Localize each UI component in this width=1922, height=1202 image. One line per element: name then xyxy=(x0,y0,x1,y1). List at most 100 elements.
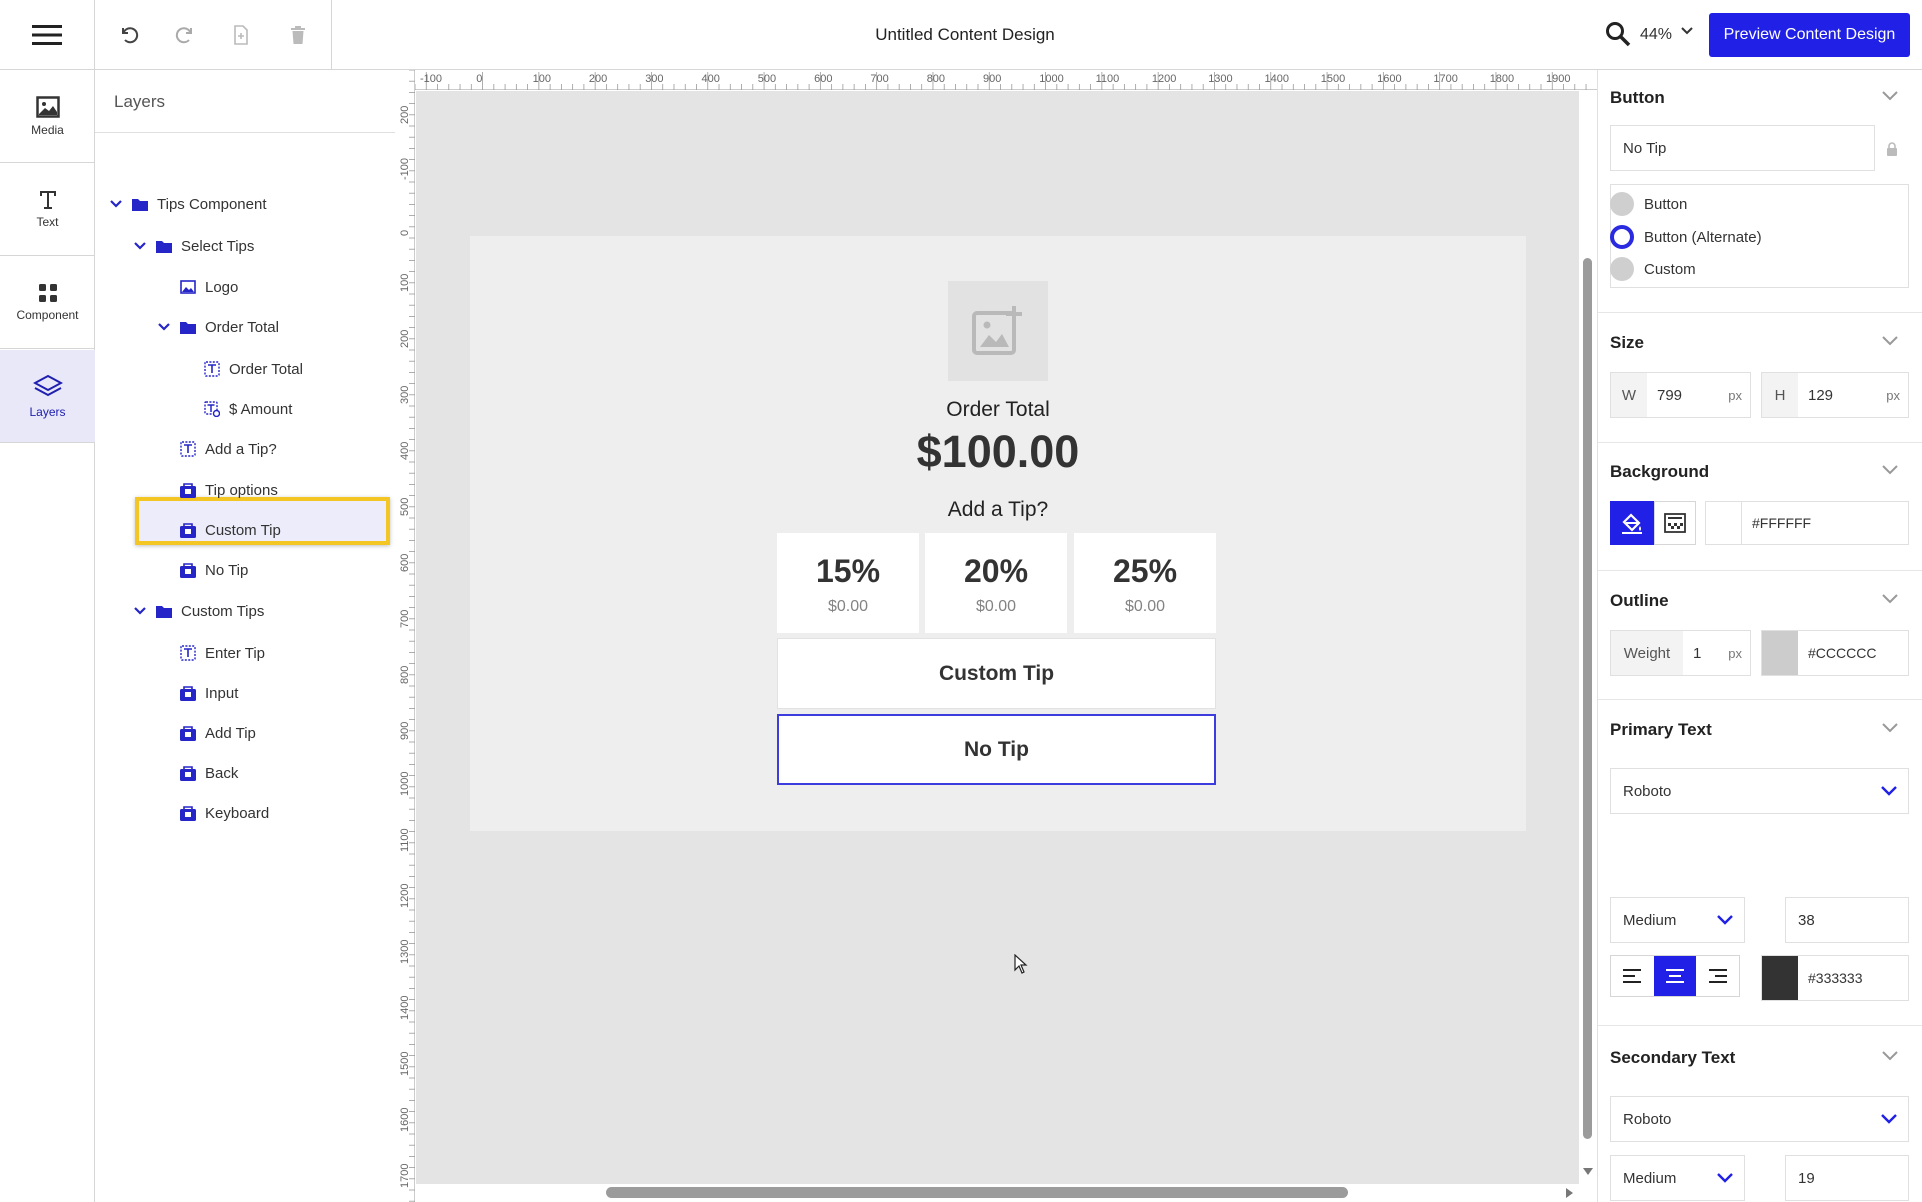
align-center-icon[interactable] xyxy=(1653,956,1697,996)
layer-item[interactable]: Enter Tip xyxy=(95,633,395,673)
duplicate-icon[interactable] xyxy=(226,20,256,50)
delete-icon[interactable] xyxy=(283,20,313,50)
rail-item-text[interactable]: Text xyxy=(0,163,95,256)
layers-icon xyxy=(32,374,63,396)
primary-font-value: Roboto xyxy=(1623,782,1672,800)
layer-item[interactable]: No Tip xyxy=(95,550,395,590)
outline-color-field[interactable]: #CCCCCC xyxy=(1761,630,1909,676)
lock-icon[interactable] xyxy=(1886,142,1898,156)
folder-icon xyxy=(155,602,173,620)
menu-icon[interactable] xyxy=(0,0,95,70)
layer-item[interactable]: Custom Tips xyxy=(95,591,395,631)
primary-size-field[interactable]: 38 xyxy=(1785,897,1909,943)
scroll-down-icon[interactable] xyxy=(1583,1166,1593,1176)
custom-tip-button[interactable]: Custom Tip xyxy=(777,638,1216,709)
scrollbar-thumb[interactable] xyxy=(1583,258,1592,1139)
chevron-down-icon[interactable] xyxy=(155,318,173,336)
toolbar-divider xyxy=(331,0,332,70)
color-swatch[interactable] xyxy=(1706,502,1742,544)
ruler-tick-label: 1200 xyxy=(1152,73,1176,85)
search-icon[interactable] xyxy=(1605,21,1633,49)
button-layer-icon xyxy=(179,804,197,822)
rail-item-component[interactable]: Component xyxy=(0,256,95,349)
secondary-size-field[interactable]: 19 xyxy=(1785,1155,1909,1201)
align-right-icon[interactable] xyxy=(1696,956,1739,996)
chevron-down-icon xyxy=(1716,914,1734,926)
primary-weight-select[interactable]: Medium xyxy=(1610,897,1745,943)
layer-item[interactable]: Select Tips xyxy=(95,226,395,266)
redo-icon[interactable] xyxy=(170,20,200,50)
rail-item-media[interactable]: Media xyxy=(0,70,95,163)
undo-icon[interactable] xyxy=(114,20,144,50)
add-tip-label[interactable]: Add a Tip? xyxy=(470,498,1526,522)
radio-custom[interactable]: Custom xyxy=(1610,255,1696,283)
align-left-icon[interactable] xyxy=(1611,956,1654,996)
chevron-down-icon[interactable] xyxy=(1881,464,1899,476)
radio-button[interactable]: Button xyxy=(1610,190,1687,218)
primary-font-select[interactable]: Roboto xyxy=(1610,768,1909,814)
layer-item[interactable]: Back xyxy=(95,753,395,793)
chevron-down-icon[interactable] xyxy=(1881,1050,1899,1062)
layer-item[interactable]: Order Total xyxy=(95,307,395,347)
chevron-down-icon[interactable] xyxy=(1881,593,1899,605)
primary-color-field[interactable]: #333333 xyxy=(1761,955,1909,1001)
artboard[interactable]: Order Total $100.00 Add a Tip? 15% $0.00… xyxy=(470,236,1526,831)
radio-button-alternate[interactable]: Button (Alternate) xyxy=(1610,223,1762,251)
layer-item[interactable]: Add Tip xyxy=(95,713,395,753)
ruler-tick-label: 1400 xyxy=(1265,73,1289,85)
order-total-label[interactable]: Order Total xyxy=(470,398,1526,422)
ruler-tick-label: 1000 xyxy=(1039,73,1063,85)
layer-item[interactable]: Input xyxy=(95,673,395,713)
order-amount[interactable]: $100.00 xyxy=(470,426,1526,478)
layer-item[interactable]: Order Total xyxy=(95,349,395,389)
layer-item[interactable]: Tips Component xyxy=(95,184,395,224)
outline-weight-field[interactable]: Weight 1 px xyxy=(1610,630,1751,676)
add-image-icon xyxy=(972,306,1022,355)
rail-item-layers[interactable]: Layers xyxy=(0,350,95,443)
scroll-right-icon[interactable] xyxy=(1564,1188,1574,1198)
color-swatch[interactable] xyxy=(1762,956,1798,1000)
chevron-down-icon[interactable] xyxy=(1881,722,1899,734)
layer-item[interactable]: Tip options xyxy=(95,470,395,510)
design-canvas[interactable]: Order Total $100.00 Add a Tip? 15% $0.00… xyxy=(416,91,1579,1184)
background-color-value: #FFFFFF xyxy=(1752,515,1812,531)
height-field[interactable]: H 129 px xyxy=(1761,372,1909,418)
tip-option-20[interactable]: 20% $0.00 xyxy=(925,533,1067,633)
ruler-tick-label: 1700 xyxy=(1433,73,1457,85)
zoom-level[interactable]: 44% xyxy=(1640,22,1672,48)
chevron-down-icon[interactable] xyxy=(1680,26,1694,36)
layer-item[interactable]: Logo xyxy=(95,267,395,307)
preview-button[interactable]: Preview Content Design xyxy=(1709,13,1910,57)
tip-option-15[interactable]: 15% $0.00 xyxy=(777,533,919,633)
width-field[interactable]: W 799 px xyxy=(1610,372,1751,418)
layer-item[interactable]: Add a Tip? xyxy=(95,429,395,469)
ruler-tick-label: 1500 xyxy=(399,1052,411,1076)
secondary-weight-select[interactable]: Medium xyxy=(1610,1155,1745,1201)
rail-label-text: Text xyxy=(36,214,59,229)
layers-title: Layers xyxy=(114,92,166,111)
color-swatch[interactable] xyxy=(1762,631,1798,675)
chevron-down-icon[interactable] xyxy=(131,237,149,255)
horizontal-scrollbar[interactable] xyxy=(416,1184,1579,1202)
chevron-down-icon[interactable] xyxy=(107,195,125,213)
layer-item[interactable]: Custom Tip xyxy=(95,510,395,550)
logo-placeholder[interactable] xyxy=(948,281,1048,381)
chevron-down-icon[interactable] xyxy=(1881,90,1899,102)
chevron-down-icon[interactable] xyxy=(131,602,149,620)
no-tip-button[interactable]: No Tip xyxy=(777,714,1216,785)
vertical-scrollbar[interactable] xyxy=(1579,91,1597,1184)
button-layer-icon xyxy=(179,521,197,539)
background-color-field[interactable]: #FFFFFF xyxy=(1705,501,1909,545)
ruler-tick-label: 800 xyxy=(399,666,411,684)
scrollbar-thumb[interactable] xyxy=(606,1187,1348,1198)
ruler-tick-label: 100 xyxy=(399,274,411,292)
layer-item[interactable]: Keyboard xyxy=(95,793,395,833)
fill-bucket-icon[interactable] xyxy=(1610,501,1654,545)
chevron-down-icon[interactable] xyxy=(1881,335,1899,347)
gradient-icon[interactable] xyxy=(1654,501,1696,545)
layer-label: Tip options xyxy=(205,481,278,499)
layer-item[interactable]: $ Amount xyxy=(95,389,395,429)
secondary-font-select[interactable]: Roboto xyxy=(1610,1096,1909,1142)
tip-option-25[interactable]: 25% $0.00 xyxy=(1074,533,1216,633)
button-name-field[interactable]: No Tip xyxy=(1610,125,1875,171)
